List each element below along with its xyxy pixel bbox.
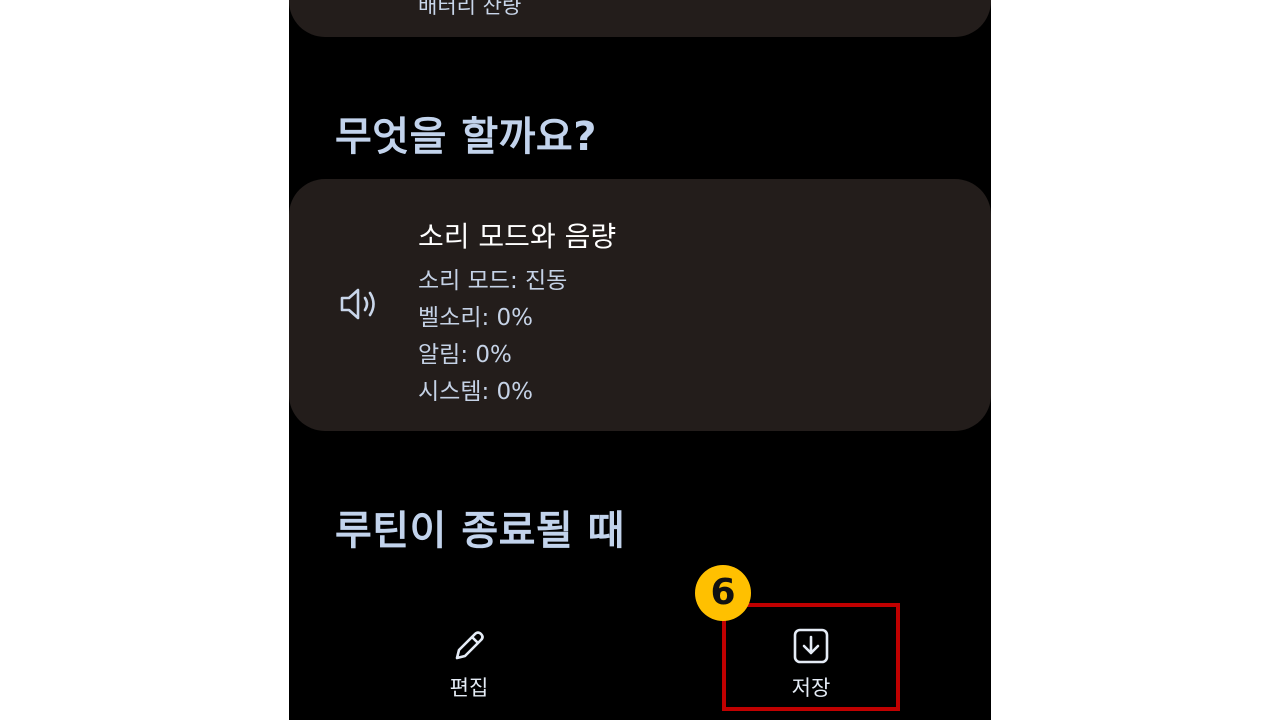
pencil-icon (455, 631, 484, 660)
section-title-routine-end: 루틴이 종료될 때 (335, 508, 625, 554)
action-card-title: 소리 모드와 음량 (418, 220, 617, 253)
ringtone-volume-value: 벨소리: 0% (418, 305, 534, 331)
action-card-sound[interactable]: 소리 모드와 음량 소리 모드: 진동 벨소리: 0% 알림: 0% 시스템: … (289, 179, 991, 431)
section-title-actions: 무엇을 할까요? (335, 114, 597, 160)
volume-icon (340, 288, 375, 320)
condition-card[interactable] (289, 0, 991, 37)
system-volume-value: 시스템: 0% (418, 379, 534, 405)
edit-button[interactable]: 편집 (399, 620, 539, 710)
sound-mode-value: 소리 모드: 진동 (418, 268, 568, 294)
condition-card-text: 배터리 잔량 (418, 0, 522, 18)
edit-button-label: 편집 (449, 676, 489, 700)
step-badge: 6 (695, 565, 751, 621)
notification-volume-value: 알림: 0% (418, 342, 512, 368)
highlight-box (722, 603, 900, 711)
